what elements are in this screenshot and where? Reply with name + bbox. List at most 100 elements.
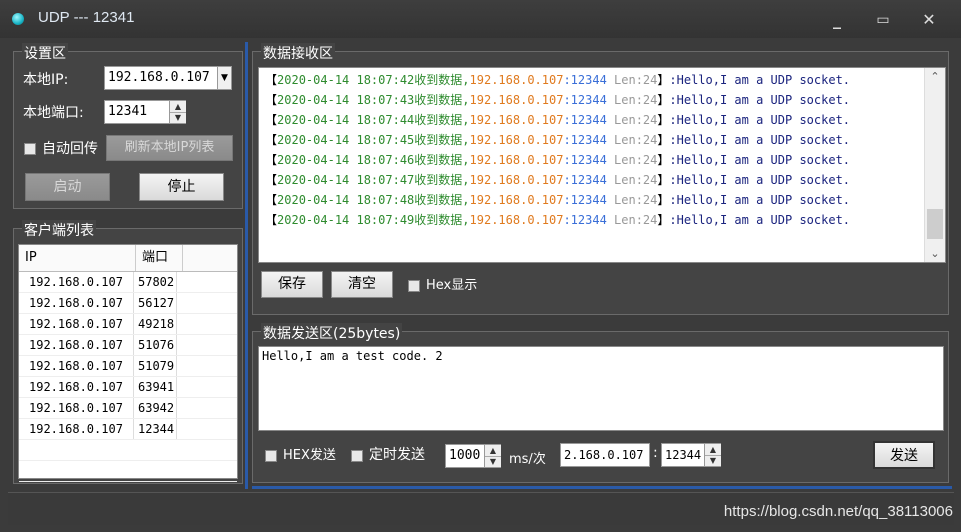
stepper-up-icon[interactable]: ▲	[705, 444, 721, 456]
received-label: 收到数据,	[414, 153, 470, 167]
received-label: 收到数据,	[414, 173, 470, 187]
receive-line: 【2020-04-14 18:07:49收到数据,192.168.0.107:1…	[259, 210, 945, 230]
source-ip: 192.168.0.107	[469, 73, 564, 87]
interval-unit-label: ms/次	[509, 452, 546, 467]
bracket-open: 【	[265, 73, 278, 87]
interval-stepper[interactable]: ▲ ▼	[484, 445, 501, 467]
scroll-thumb[interactable]	[927, 209, 943, 239]
stepper-down-icon[interactable]: ▼	[485, 457, 501, 467]
clear-button[interactable]: 清空	[331, 271, 393, 298]
stepper-up-icon[interactable]: ▲	[485, 445, 501, 457]
column-header-port[interactable]: 端口	[136, 245, 183, 271]
timestamp: 2020-04-14 18:07:48	[277, 193, 415, 207]
message-text: :Hello,I am a UDP socket.	[669, 93, 851, 107]
bracket-open: 【	[265, 193, 278, 207]
source-port: :12344	[563, 193, 607, 207]
hex-send-checkbox[interactable]	[265, 450, 277, 462]
receive-line: 【2020-04-14 18:07:42收到数据,192.168.0.107:1…	[259, 70, 945, 90]
watermark: https://blog.csdn.net/qq_38113006	[723, 503, 953, 520]
ip-port-separator: :	[653, 445, 658, 461]
source-ip: 192.168.0.107	[469, 193, 564, 207]
send-button[interactable]: 发送	[873, 441, 935, 469]
message-text: :Hello,I am a UDP socket.	[669, 213, 851, 227]
timestamp: 2020-04-14 18:07:47	[277, 173, 415, 187]
chevron-down-icon[interactable]: ▼	[217, 66, 232, 90]
column-header-ip[interactable]: IP	[19, 245, 136, 271]
target-ip-input[interactable]: 2.168.0.107	[560, 443, 650, 467]
cell-port: 56127	[134, 293, 177, 313]
receive-line: 【2020-04-14 18:07:47收到数据,192.168.0.107:1…	[259, 170, 945, 190]
local-ip-label: 本地IP:	[23, 72, 69, 88]
cell-port: 63941	[134, 377, 177, 397]
send-legend: 数据发送区(25bytes)	[261, 323, 403, 343]
source-ip: 192.168.0.107	[469, 133, 564, 147]
stepper-down-icon[interactable]: ▼	[705, 456, 721, 466]
scroll-down-icon[interactable]: ⌄	[925, 247, 945, 260]
message-text: :Hello,I am a UDP socket.	[669, 73, 851, 87]
cell-ip: 192.168.0.107	[19, 398, 134, 418]
scroll-up-icon[interactable]: ⌃	[925, 70, 945, 83]
close-button[interactable]: ✕	[915, 10, 943, 30]
bracket-open: 【	[265, 173, 278, 187]
table-row[interactable]: 192.168.0.107 51076	[19, 335, 237, 356]
bracket-close: 】	[657, 153, 670, 167]
receive-legend: 数据接收区	[261, 43, 335, 63]
auto-reply-checkbox[interactable]	[24, 143, 36, 155]
bracket-close: 】	[657, 133, 670, 147]
stepper-up-icon[interactable]: ▲	[170, 101, 186, 113]
settings-panel: 设置区 本地IP: 192.168.0.107 ▼ 本地端口: 12341 ▲ …	[13, 43, 243, 209]
table-row[interactable]: 192.168.0.107 57802	[19, 272, 237, 293]
table-row[interactable]: 192.168.0.107 56127	[19, 293, 237, 314]
receive-text-area[interactable]: 【2020-04-14 18:07:42收到数据,192.168.0.107:1…	[258, 67, 946, 263]
window-title: UDP --- 12341	[38, 9, 135, 26]
client-list[interactable]: IP 端口 192.168.0.107 57802 192.168.0.107 561…	[18, 244, 238, 482]
source-port: :12344	[563, 73, 607, 87]
table-row[interactable]: 192.168.0.107 63941	[19, 377, 237, 398]
start-button[interactable]: 启动	[25, 173, 110, 201]
local-ip-select[interactable]: 192.168.0.107	[104, 66, 220, 90]
client-list-legend: 客户端列表	[22, 220, 96, 240]
bracket-close: 】	[657, 113, 670, 127]
save-button[interactable]: 保存	[261, 271, 323, 298]
vertical-splitter[interactable]	[245, 42, 248, 489]
send-text-area[interactable]: Hello,I am a test code. 2	[258, 346, 944, 431]
table-row[interactable]: 192.168.0.107 49218	[19, 314, 237, 335]
source-port: :12344	[563, 133, 607, 147]
message-text: :Hello,I am a UDP socket.	[669, 133, 851, 147]
receive-scrollbar[interactable]: ⌃ ⌄	[924, 68, 945, 262]
stop-button[interactable]: 停止	[139, 173, 224, 201]
source-ip: 192.168.0.107	[469, 153, 564, 167]
minimize-button[interactable]: _	[823, 10, 851, 30]
maximize-button[interactable]: ▭	[869, 10, 897, 30]
table-row[interactable]: 192.168.0.107 51079	[19, 356, 237, 377]
receive-line: 【2020-04-14 18:07:48收到数据,192.168.0.107:1…	[259, 190, 945, 210]
cell-port: 63942	[134, 398, 177, 418]
send-panel: 数据发送区(25bytes) Hello,I am a test code. 2…	[252, 323, 949, 483]
source-ip: 192.168.0.107	[469, 173, 564, 187]
length-label: Len:24	[606, 93, 658, 107]
stepper-down-icon[interactable]: ▼	[170, 113, 186, 123]
timestamp: 2020-04-14 18:07:44	[277, 113, 415, 127]
target-port-stepper[interactable]: ▲ ▼	[704, 444, 721, 466]
receive-line: 【2020-04-14 18:07:43收到数据,192.168.0.107:1…	[259, 90, 945, 110]
hex-send-label: HEX发送	[283, 448, 336, 463]
receive-lines: 【2020-04-14 18:07:42收到数据,192.168.0.107:1…	[259, 68, 945, 230]
bracket-close: 】	[657, 193, 670, 207]
refresh-ip-list-button[interactable]: 刷新本地IP列表	[106, 135, 233, 161]
timestamp: 2020-04-14 18:07:46	[277, 153, 415, 167]
table-row[interactable]: 192.168.0.107 63942	[19, 398, 237, 419]
port-stepper[interactable]: ▲ ▼	[169, 101, 186, 123]
receive-line: 【2020-04-14 18:07:44收到数据,192.168.0.107:1…	[259, 110, 945, 130]
receive-line: 【2020-04-14 18:07:45收到数据,192.168.0.107:1…	[259, 130, 945, 150]
timestamp: 2020-04-14 18:07:49	[277, 213, 415, 227]
length-label: Len:24	[606, 213, 658, 227]
timed-send-checkbox[interactable]	[351, 450, 363, 462]
cell-port: 57802	[134, 272, 177, 292]
cell-ip: 192.168.0.107	[19, 419, 134, 439]
hex-display-checkbox[interactable]	[408, 280, 420, 292]
message-text: :Hello,I am a UDP socket.	[669, 193, 851, 207]
source-ip: 192.168.0.107	[469, 93, 564, 107]
table-row[interactable]: 192.168.0.107 12344	[19, 419, 237, 440]
horizontal-splitter[interactable]	[252, 486, 952, 489]
client-list-header: IP 端口	[19, 245, 237, 272]
